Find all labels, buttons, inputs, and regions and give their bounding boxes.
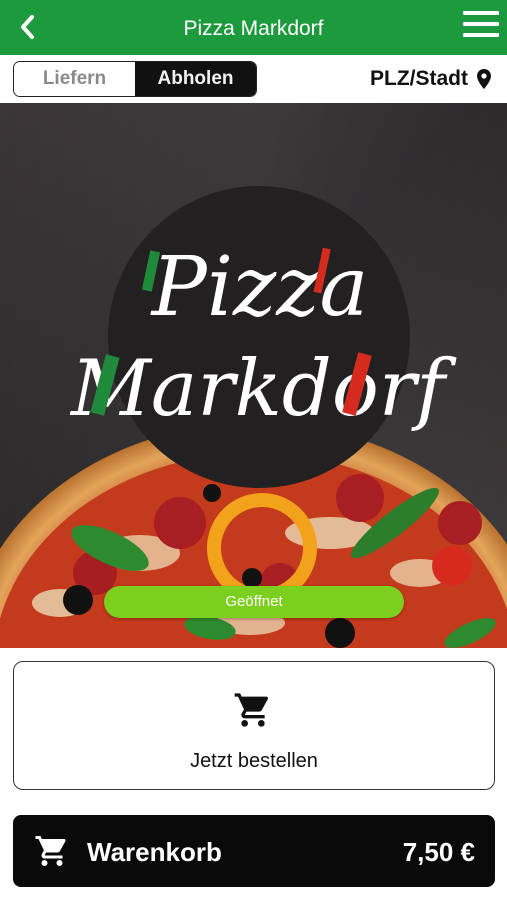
map-pin-icon [477,69,491,89]
mode-option-liefern[interactable]: Liefern [14,62,135,96]
basket-button[interactable]: Warenkorb 7,50 € [13,815,495,887]
menu-button[interactable] [463,11,499,43]
cart-icon [234,693,269,727]
hamburger-menu-icon [463,11,499,37]
order-now-button[interactable]: Jetzt bestellen [13,661,495,790]
order-mode-toggle: Liefern Abholen [13,61,257,97]
restaurant-hero-image: Pizza Markdorf [0,103,507,648]
pizza-illustration: Pizza Markdorf [0,103,507,648]
order-mode-bar: Liefern Abholen PLZ/Stadt [0,55,507,103]
location-label: PLZ/Stadt [370,67,468,90]
app-header: Pizza Markdorf [0,0,507,55]
mode-option-abholen[interactable]: Abholen [135,62,256,96]
basket-total-price: 7,50 € [402,837,475,867]
order-now-label: Jetzt bestellen [190,750,318,772]
logo-text-pizza: Pizza [150,240,369,335]
open-status-badge: Geöffnet [104,586,404,618]
page-title: Pizza Markdorf [183,17,324,40]
logo-text-markdorf: Markdorf [69,344,457,434]
logo-circle [108,186,410,488]
basket-label: Warenkorb [87,837,222,867]
cart-icon [35,836,66,866]
location-selector[interactable]: PLZ/Stadt [370,61,491,97]
